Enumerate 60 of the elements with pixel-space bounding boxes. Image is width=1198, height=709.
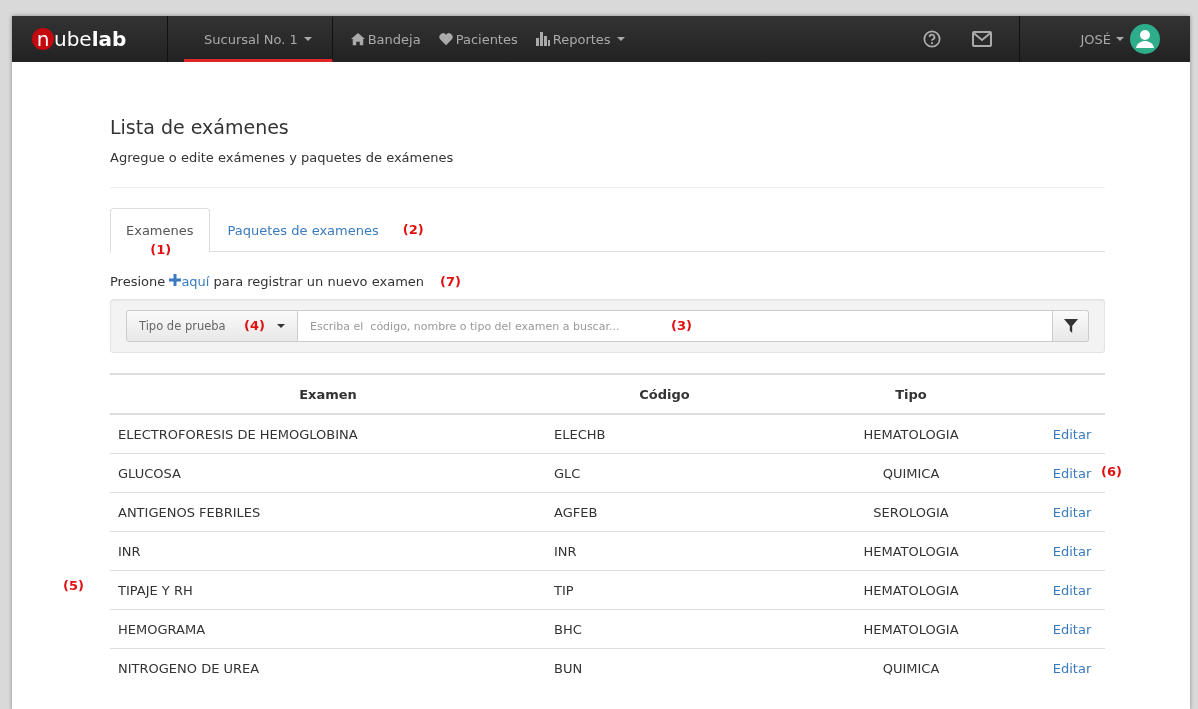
caret-icon	[277, 324, 285, 328]
table-cell: QUIMICA	[783, 648, 1039, 687]
table-cell: GLUCOSA	[110, 453, 546, 493]
column-header: Examen	[110, 374, 546, 414]
table-cell: TIPAJE Y RH	[110, 570, 546, 610]
table-cell: INR	[110, 531, 546, 571]
edit-link[interactable]: Editar	[1052, 582, 1092, 598]
annotation-label: (4)	[244, 318, 265, 333]
table-cell: ANTIGENOS FEBRILES	[110, 492, 546, 532]
table-cell: INR	[546, 531, 783, 571]
table-cell: HEMATOLOGIA	[783, 414, 1039, 454]
edit-link[interactable]: Editar	[1052, 621, 1092, 637]
nav-link[interactable]: Bandeja	[350, 16, 421, 62]
user-menu[interactable]: JOSÉ	[1019, 16, 1190, 62]
help-icon[interactable]	[922, 30, 943, 48]
plus-icon	[169, 274, 182, 286]
nav-link[interactable]: Pacientes	[438, 16, 518, 62]
table-cell: HEMATOLOGIA	[783, 609, 1039, 649]
table-cell: GLC	[546, 453, 783, 493]
register-text: Presione aquí para registrar un nuevo examen	[110, 274, 425, 289]
caret-icon	[303, 37, 312, 41]
bar-chart-icon	[535, 32, 550, 46]
table-cell: TIP	[546, 570, 783, 610]
table-cell: ELECHB	[546, 414, 783, 454]
mail-icon[interactable]	[972, 30, 993, 48]
table-cell: AGFEB	[546, 492, 783, 532]
edit-link[interactable]: Editar	[1052, 465, 1092, 481]
register-link[interactable]: aquí	[181, 274, 210, 289]
annotation-label: (2)	[402, 222, 424, 237]
edit-link[interactable]: Editar	[1052, 543, 1092, 559]
table-cell: BHC	[546, 609, 783, 649]
filter-icon	[1063, 319, 1078, 333]
table-cell: HEMATOLOGIA	[783, 570, 1039, 610]
avatar-icon	[1130, 24, 1160, 54]
annotation-label: (3)	[671, 318, 692, 333]
table-cell: QUIMICA	[783, 453, 1039, 493]
table-cell: BUN	[546, 648, 783, 687]
edit-link[interactable]: Editar	[1052, 504, 1092, 520]
branch-menu[interactable]: Sucursal No. 1	[184, 16, 333, 62]
filter-button[interactable]	[1053, 310, 1089, 342]
heart-icon	[438, 32, 453, 46]
table-cell: HEMATOLOGIA	[783, 531, 1039, 571]
page-subtitle: Agregue o edite exámenes y paquetes de exámenes	[110, 150, 455, 165]
table-cell: ELECTROFORESIS DE HEMOGLOBINA	[110, 414, 546, 454]
home-icon	[350, 32, 365, 46]
annotation-label: (5)	[63, 578, 84, 593]
edit-link[interactable]: Editar	[1052, 660, 1092, 676]
column-header: Tipo	[783, 374, 1039, 414]
column-header: Código	[546, 374, 783, 414]
annotation-label: (6)	[1101, 464, 1122, 479]
table-cell: SEROLOGIA	[783, 492, 1039, 532]
edit-link[interactable]: Editar	[1052, 426, 1092, 442]
table-cell: NITROGENO DE UREA	[110, 648, 546, 687]
caret-icon	[1116, 37, 1124, 41]
table-cell: HEMOGRAMA	[110, 609, 546, 649]
nav-link[interactable]: Reportes	[535, 16, 625, 62]
annotation-label: (7)	[440, 274, 461, 289]
tab[interactable]: Paquetes de examenes	[211, 208, 395, 253]
page-title: Lista de exámenes	[110, 116, 290, 138]
logo[interactable]: n ubelab	[12, 16, 168, 62]
